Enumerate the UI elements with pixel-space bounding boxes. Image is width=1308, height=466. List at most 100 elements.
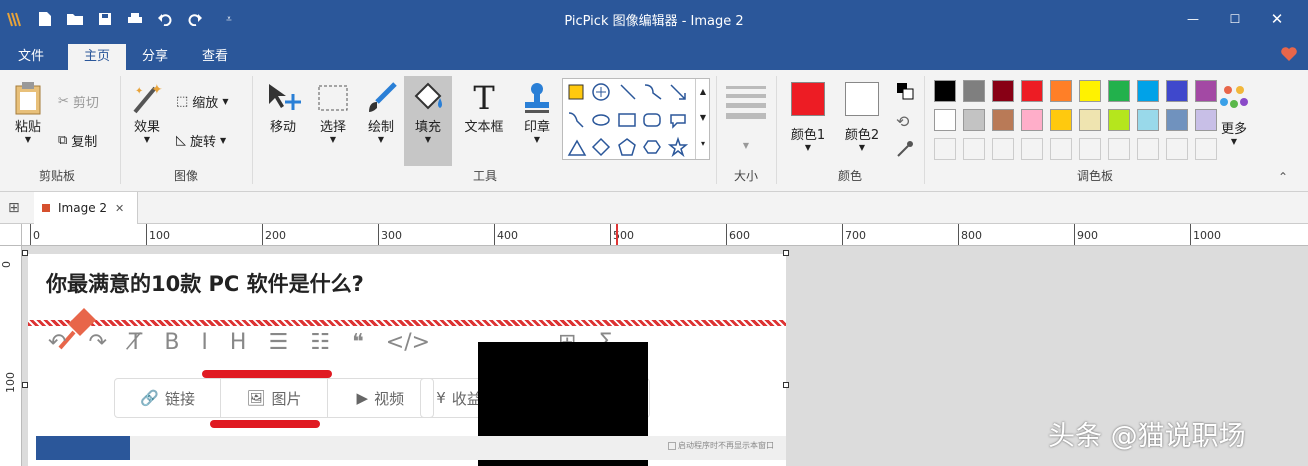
tab-share[interactable]: 分享 <box>130 44 180 70</box>
ruler-major-tick <box>726 224 727 245</box>
resize-handle[interactable] <box>783 250 789 256</box>
swap-colors-icon[interactable] <box>896 82 914 103</box>
cut-label: 剪切 <box>72 96 99 111</box>
close-tab-icon[interactable]: ✕ <box>115 202 124 215</box>
heading-icon[interactable]: H <box>230 330 247 355</box>
palette-swatch[interactable] <box>963 80 985 102</box>
palette-swatch[interactable] <box>1021 80 1043 102</box>
textbox-label: 文本框 <box>464 120 504 135</box>
palette-swatch[interactable] <box>1050 80 1072 102</box>
rotate-button[interactable]: ◺ 旋转 ▼ <box>176 131 226 150</box>
ruler-tick-label: 200 <box>265 229 286 242</box>
palette-swatch[interactable] <box>1166 80 1188 102</box>
blue-bar <box>36 436 130 460</box>
dropdown-arrow-icon: ▼ <box>533 135 541 144</box>
palette-empty-swatch[interactable] <box>1021 138 1043 160</box>
tab-file[interactable]: 文件 <box>6 44 56 70</box>
quote-icon[interactable]: ❝ <box>352 330 364 355</box>
effects-button[interactable]: ✦ ✦ 效果 ▼ <box>126 80 168 144</box>
palette-swatch[interactable] <box>1079 80 1101 102</box>
image-group-label: 图像 <box>173 169 198 183</box>
palette-swatch[interactable] <box>1108 80 1130 102</box>
redo-icon[interactable]: ↷ <box>88 330 106 355</box>
resize-handle[interactable] <box>22 382 28 388</box>
palette-swatch[interactable] <box>1137 80 1159 102</box>
checkbox-label: 启动程序时不再显示本窗口 <box>678 441 774 450</box>
palette-empty-swatch[interactable] <box>992 138 1014 160</box>
bold-icon[interactable]: B <box>164 330 179 355</box>
tab-view[interactable]: 查看 <box>190 44 240 70</box>
palette-empty-swatch[interactable] <box>1050 138 1072 160</box>
resize-handle[interactable] <box>783 382 789 388</box>
cut-button[interactable]: ✂ 剪切 <box>58 92 99 111</box>
resize-handle[interactable] <box>22 250 28 256</box>
resize-button[interactable]: ⬚ 缩放 ▼ <box>176 92 228 111</box>
palette-empty-swatch[interactable] <box>1166 138 1188 160</box>
heart-icon[interactable] <box>1280 46 1298 65</box>
stamp-tool-button[interactable]: 印章 ▼ <box>516 80 558 144</box>
draw-tool-button[interactable]: 绘制 ▼ <box>360 80 402 144</box>
color1-swatch <box>791 82 825 116</box>
copy-button[interactable]: ⧉ 复制 <box>58 131 97 150</box>
paste-button[interactable]: 粘贴 ▼ <box>8 80 48 144</box>
ordered-list-icon[interactable]: ☰ <box>268 330 288 355</box>
palette-empty-swatch[interactable] <box>1137 138 1159 160</box>
close-button[interactable]: ✕ <box>1262 6 1292 32</box>
eyedropper-icon[interactable] <box>896 140 914 161</box>
image-canvas[interactable]: 你最满意的10款 PC 软件是什么? ↶↷T̸ BIH ☰☷❝</> ⊞Σ 🔗链… <box>28 254 786 466</box>
palette-swatch[interactable] <box>934 109 956 131</box>
line-size-button[interactable]: ▼ <box>726 86 766 150</box>
insert-link-button[interactable]: 🔗 链接 <box>115 379 222 417</box>
palette-swatch[interactable] <box>1137 109 1159 131</box>
refresh-colors-icon[interactable]: ⟲ <box>896 112 909 131</box>
select-tool-button[interactable]: 选择 ▼ <box>312 80 354 144</box>
palette-empty-swatch[interactable] <box>1079 138 1101 160</box>
color1-button[interactable]: 颜色1 ▼ <box>786 82 830 152</box>
startup-checkbox[interactable]: 启动程序时不再显示本窗口 <box>668 440 774 451</box>
divider <box>120 76 121 184</box>
palette-empty-swatch[interactable] <box>1108 138 1130 160</box>
grid-view-icon[interactable]: ⊞ <box>8 200 20 216</box>
move-tool-button[interactable]: 移动 <box>262 80 304 135</box>
minimize-button[interactable]: — <box>1178 6 1208 32</box>
shapes-gallery[interactable]: ▲ ▼ ▾ <box>562 78 710 160</box>
ruler-tick-label: 700 <box>845 229 866 242</box>
textbox-tool-button[interactable]: T 文本框 <box>460 80 508 135</box>
ruler-cursor-marker <box>616 224 618 245</box>
watermark: 头条 @猫说职场 <box>1048 421 1246 452</box>
collapse-ribbon-icon[interactable]: ⌃ <box>1278 170 1288 184</box>
tools-group-label: 工具 <box>472 169 497 183</box>
palette-swatch[interactable] <box>1166 109 1188 131</box>
insert-video-button[interactable]: ▶ 视频 <box>328 379 433 417</box>
fill-tool-button[interactable]: 填充 ▼ <box>404 76 452 166</box>
palette-empty-swatch[interactable] <box>963 138 985 160</box>
palette-swatch[interactable] <box>1050 109 1072 131</box>
effects-label: 效果 <box>133 120 160 135</box>
palette-swatch[interactable] <box>1021 109 1043 131</box>
copy-label: 复制 <box>71 135 98 150</box>
brush-icon <box>363 80 399 116</box>
color2-button[interactable]: 颜色2 ▼ <box>840 82 884 152</box>
ruler-tick-label: 800 <box>961 229 982 242</box>
maximize-button[interactable]: ☐ <box>1220 6 1250 32</box>
more-colors-button[interactable]: 更多 ▼ <box>1212 82 1256 146</box>
palette-swatch[interactable] <box>992 109 1014 131</box>
divider <box>252 76 253 184</box>
clear-format-icon[interactable]: T̸ <box>129 330 142 355</box>
palette-empty-swatch[interactable] <box>934 138 956 160</box>
palette-swatch[interactable] <box>963 109 985 131</box>
stamp-icon <box>519 80 555 116</box>
bullet-list-icon[interactable]: ☷ <box>310 330 330 355</box>
undo-icon[interactable]: ↶ <box>48 330 66 355</box>
palette-swatch[interactable] <box>1108 109 1130 131</box>
tab-home[interactable]: 主页 <box>68 44 126 70</box>
italic-icon[interactable]: I <box>201 330 208 355</box>
ruler-tick-label: 400 <box>497 229 518 242</box>
palette-swatch[interactable] <box>992 80 1014 102</box>
doc-tab-image2[interactable]: Image 2 ✕ <box>34 192 138 224</box>
palette-swatch[interactable] <box>934 80 956 102</box>
shapes-scroll[interactable]: ▲ ▼ ▾ <box>695 79 710 159</box>
palette-swatch[interactable] <box>1079 109 1101 131</box>
insert-image-button[interactable]: 🖼 图片 <box>221 379 328 417</box>
code-icon[interactable]: </> <box>386 330 430 355</box>
